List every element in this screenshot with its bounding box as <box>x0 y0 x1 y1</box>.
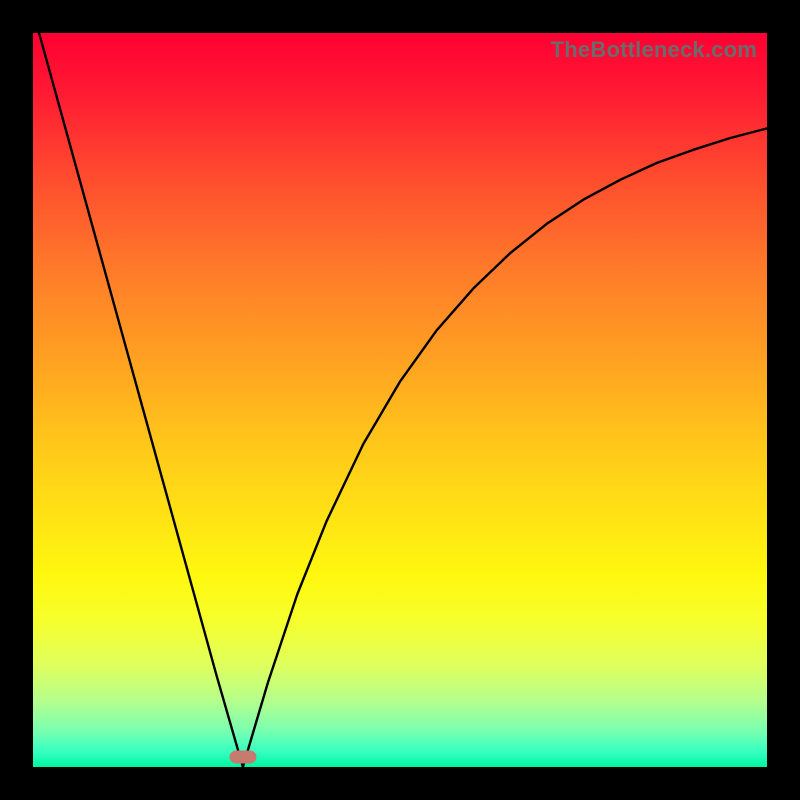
plot-area: TheBottleneck.com <box>33 33 767 767</box>
optimal-point-marker <box>229 751 256 764</box>
chart-frame: TheBottleneck.com <box>0 0 800 800</box>
bottleneck-curve <box>33 33 767 767</box>
